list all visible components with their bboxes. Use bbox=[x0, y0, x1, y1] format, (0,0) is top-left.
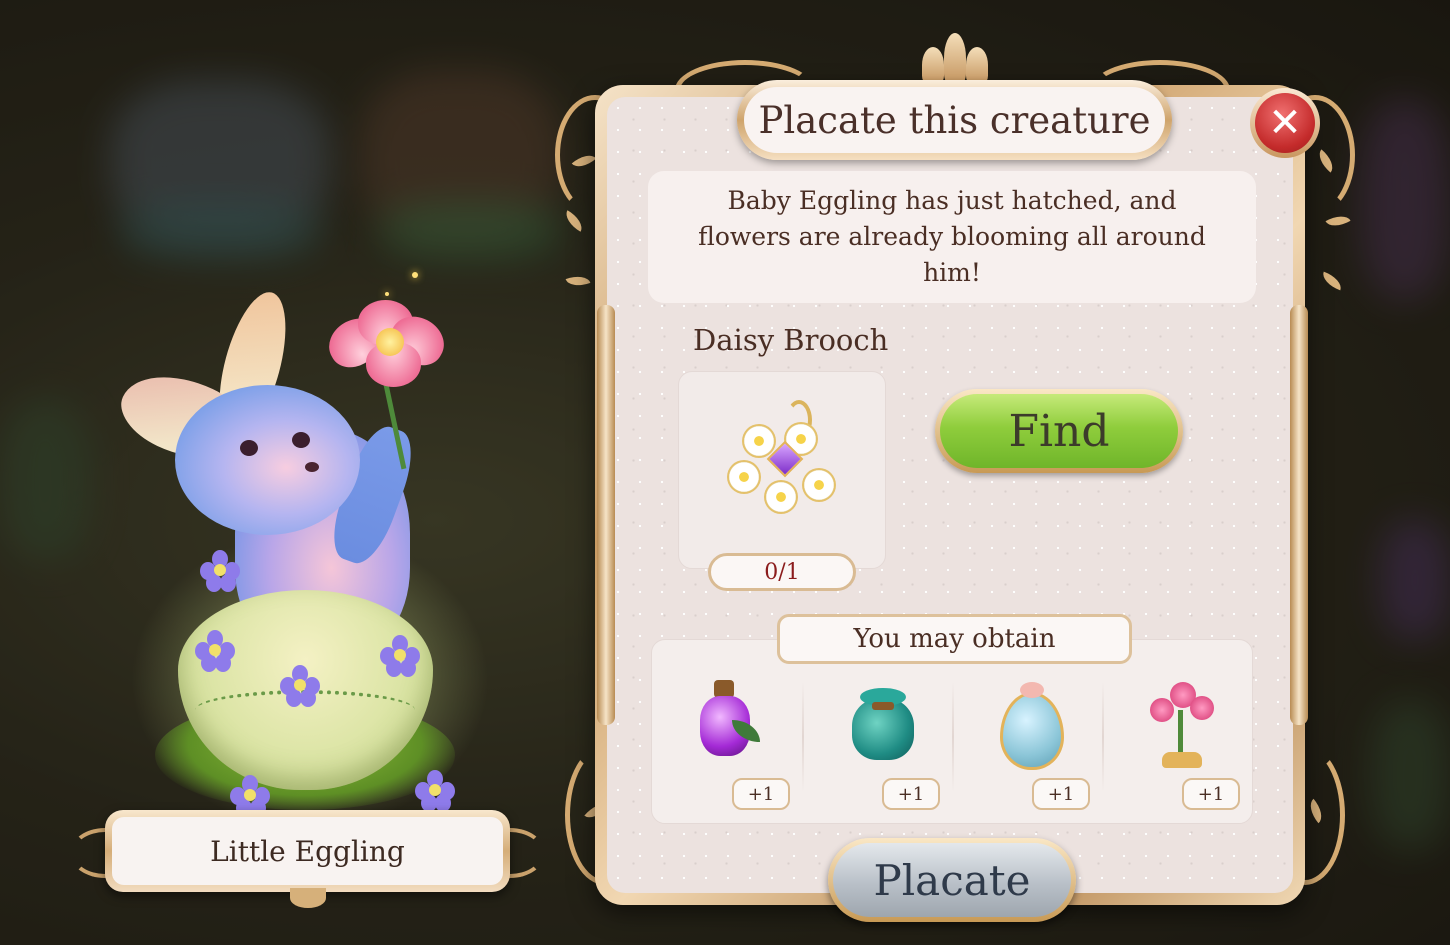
placate-button-label: Placate bbox=[833, 843, 1071, 917]
item-progress-counter: 0/1 bbox=[708, 553, 856, 591]
close-icon: ✕ bbox=[1255, 93, 1315, 153]
reward-slot[interactable]: +1 bbox=[802, 672, 952, 812]
required-item-name: Daisy Brooch bbox=[693, 323, 889, 357]
reward-slot[interactable]: +1 bbox=[652, 672, 802, 812]
reward-amount: +1 bbox=[1032, 778, 1090, 810]
placate-button[interactable]: Placate bbox=[828, 838, 1076, 922]
find-button-label: Find bbox=[940, 394, 1178, 468]
decorated-egg-icon bbox=[992, 680, 1067, 770]
raspberry-plant-icon bbox=[1142, 680, 1217, 770]
pouch-bag-icon bbox=[842, 680, 917, 770]
required-item-card[interactable] bbox=[678, 371, 886, 569]
dialog-title: Placate this creature bbox=[744, 87, 1165, 153]
frame-crest bbox=[920, 25, 990, 83]
placate-dialog: Placate this creature ✕ Baby Eggling has… bbox=[545, 25, 1360, 925]
pink-flower-icon bbox=[320, 300, 453, 390]
reward-amount: +1 bbox=[882, 778, 940, 810]
dialog-title-plate: Placate this creature bbox=[737, 80, 1172, 160]
creature-nameplate: Little Eggling bbox=[70, 800, 545, 908]
creature-name: Little Eggling bbox=[112, 817, 503, 885]
daisy-brooch-icon bbox=[724, 398, 844, 528]
potion-bottle-icon bbox=[692, 680, 767, 770]
obtain-label: You may obtain bbox=[777, 614, 1132, 664]
rewards-panel: +1 +1 +1 +1 bbox=[651, 639, 1253, 824]
reward-slot[interactable]: +1 bbox=[952, 672, 1102, 812]
reward-slot[interactable]: +1 bbox=[1102, 672, 1252, 812]
close-button[interactable]: ✕ bbox=[1250, 88, 1320, 158]
find-button[interactable]: Find bbox=[935, 389, 1183, 473]
creature-description: Baby Eggling has just hatched, and flowe… bbox=[648, 171, 1256, 303]
reward-amount: +1 bbox=[732, 778, 790, 810]
reward-amount: +1 bbox=[1182, 778, 1240, 810]
